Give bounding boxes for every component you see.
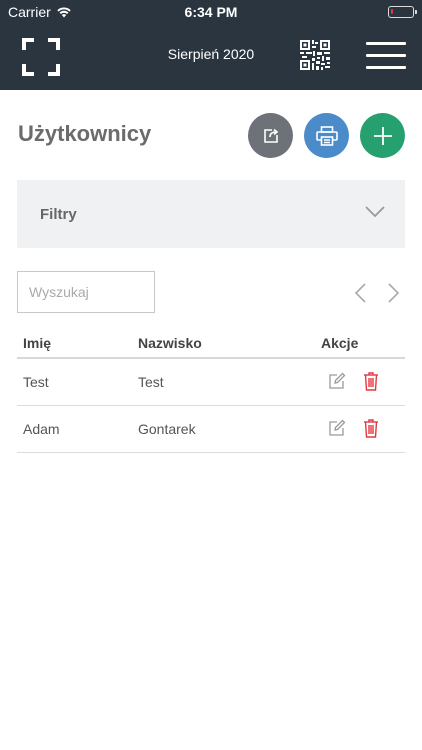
column-header-last-name[interactable]: Nazwisko [138,335,202,351]
status-time: 6:34 PM [184,4,238,20]
filters-label: Filtry [40,206,77,223]
users-table: Imię Nazwisko Akcje Test Test Adam Gonta… [17,326,405,453]
last-name-cell: Gontarek [138,421,196,437]
last-name-cell: Test [138,374,164,390]
menu-button[interactable] [366,40,406,70]
battery-level [391,9,393,14]
chevron-left-icon[interactable] [352,282,370,304]
print-button[interactable] [304,113,349,158]
share-export-icon [263,128,278,143]
qr-code-icon [300,40,330,70]
status-bar: Carrier 6:34 PM [0,0,422,24]
trash-icon[interactable] [363,371,379,391]
edit-icon[interactable] [328,372,346,390]
app-top-bar: Carrier 6:34 PM Sierpień 2020 [0,0,422,90]
chevron-down-icon [365,206,385,218]
printer-icon [315,125,338,146]
column-header-actions: Akcje [321,335,359,351]
edit-icon[interactable] [328,419,346,437]
header-month-title: Sierpień 2020 [167,46,255,62]
hamburger-menu-icon [366,66,406,69]
trash-icon[interactable] [363,418,379,438]
add-button[interactable] [360,113,405,158]
battery-icon [388,6,417,18]
filters-panel[interactable]: Filtry [17,180,405,248]
app-header: Sierpień 2020 [0,24,422,90]
table-row: Test Test [17,359,405,406]
export-button[interactable] [248,113,293,158]
hamburger-menu-icon [366,54,406,57]
plus-icon [373,126,392,145]
hamburger-menu-icon [366,42,406,45]
first-name-cell: Test [23,374,49,390]
scan-frame-icon [22,38,60,76]
qr-code-button[interactable] [300,40,330,70]
search-input[interactable] [17,271,155,313]
table-row: Adam Gontarek [17,406,405,453]
chevron-right-icon[interactable] [384,282,402,304]
column-header-first-name[interactable]: Imię [23,335,51,351]
page-title: Użytkownicy [18,121,152,146]
scan-button[interactable] [22,38,60,76]
first-name-cell: Adam [23,421,60,437]
table-header: Imię Nazwisko Akcje [17,326,405,359]
